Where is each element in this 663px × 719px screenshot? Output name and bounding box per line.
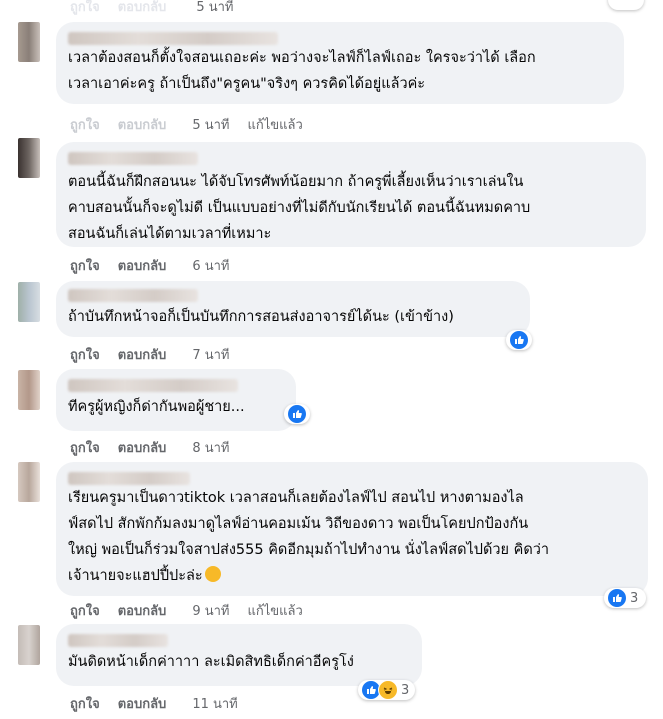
comment-actions: ถูกใจ ตอบกลับ 5 นาที แก้ไขแล้ว — [70, 114, 303, 135]
rofl-emoji-icon — [204, 566, 221, 582]
reaction-badge[interactable]: 3 — [604, 588, 647, 608]
comment-actions: ถูกใจ ตอบกลับ 9 นาที แก้ไขแล้ว — [70, 600, 303, 621]
comment-bubble: เรียนครูมาเป็นดาวtiktok เวลาสอนก็เลยต้อง… — [56, 462, 648, 596]
reply-link[interactable]: ตอบกลับ — [118, 0, 167, 17]
comment-bubble: ทีครูผู้หญิงก็ด่ากันพอผู้ชาย... — [56, 369, 296, 431]
top-reaction-badge[interactable] — [608, 0, 644, 10]
like-reaction-icon — [287, 404, 307, 424]
like-link[interactable]: ถูกใจ — [70, 693, 100, 714]
commenter-name-redacted[interactable] — [68, 32, 278, 45]
avatar[interactable] — [18, 462, 40, 502]
like-link[interactable]: ถูกใจ — [70, 437, 100, 458]
avatar[interactable] — [18, 138, 40, 178]
like-link[interactable]: ถูกใจ — [70, 0, 100, 17]
comment-text-body: เรียนครูมาเป็นดาวtiktok เวลาสอนก็เลยต้อง… — [68, 490, 550, 584]
comment-time[interactable]: 7 นาที — [192, 344, 229, 365]
like-reaction-icon — [509, 330, 529, 350]
comment-text: เวลาต้องสอนก็ตั้งใจสอนเถอะค่ะ พอว่างจะไล… — [68, 50, 536, 92]
avatar[interactable] — [18, 282, 40, 322]
haha-reaction-icon — [378, 680, 398, 700]
reaction-badge[interactable] — [506, 330, 532, 350]
comment-time[interactable]: 9 นาที — [192, 600, 229, 621]
reply-link[interactable]: ตอบกลับ — [118, 600, 167, 621]
commenter-name-redacted[interactable] — [68, 634, 168, 647]
avatar[interactable] — [18, 370, 40, 410]
comment-actions: ถูกใจ ตอบกลับ 11 นาที — [70, 693, 238, 714]
comment-bubble: เวลาต้องสอนก็ตั้งใจสอนเถอะค่ะ พอว่างจะไล… — [56, 22, 624, 104]
comment-bubble: มันดิดหน้าเด็กค่าาาา ละเมิดสิทธิเด็กค่าอ… — [56, 624, 422, 686]
reaction-badge[interactable] — [284, 404, 310, 424]
comment-time[interactable]: 11 นาที — [192, 693, 237, 714]
reaction-count: 3 — [630, 590, 639, 606]
reaction-count: 3 — [401, 682, 410, 698]
comment-text: ทีครูผู้หญิงก็ด่ากันพอผู้ชาย... — [68, 399, 245, 415]
comment-text: มันดิดหน้าเด็กค่าาาา ละเมิดสิทธิเด็กค่าอ… — [68, 654, 354, 670]
reaction-badge[interactable]: 3 — [358, 680, 416, 700]
comment-actions: ถูกใจ ตอบกลับ 8 นาที — [70, 437, 229, 458]
comment-text: ถ้าบันทึกหน้าจอก็เป็นบันทึกการสอนส่งอาจา… — [68, 309, 454, 325]
comment-time[interactable]: 6 นาที — [192, 255, 229, 276]
comment-bubble: ตอนนี้ฉันก็ฝึกสอนนะ ได้จับโทรศัพท์น้อยมา… — [56, 142, 646, 247]
like-link[interactable]: ถูกใจ — [70, 344, 100, 365]
reply-link[interactable]: ตอบกลับ — [118, 255, 167, 276]
comment-actions: ถูกใจ ตอบกลับ 6 นาที — [70, 255, 229, 276]
commenter-name-redacted[interactable] — [68, 472, 190, 485]
comment-bubble: ถ้าบันทึกหน้าจอก็เป็นบันทึกการสอนส่งอาจา… — [56, 281, 530, 337]
comment-actions: ถูกใจ ตอบกลับ 7 นาที — [70, 344, 229, 365]
like-link[interactable]: ถูกใจ — [70, 114, 100, 135]
commenter-name-redacted[interactable] — [68, 152, 198, 165]
reply-link[interactable]: ตอบกลับ — [118, 114, 167, 135]
reply-link[interactable]: ตอบกลับ — [118, 437, 167, 458]
avatar[interactable] — [18, 625, 40, 665]
comment-text: ตอนนี้ฉันก็ฝึกสอนนะ ได้จับโทรศัพท์น้อยมา… — [68, 174, 531, 242]
commenter-name-redacted[interactable] — [68, 289, 198, 302]
like-link[interactable]: ถูกใจ — [70, 255, 100, 276]
reply-link[interactable]: ตอบกลับ — [118, 693, 167, 714]
like-link[interactable]: ถูกใจ — [70, 600, 100, 621]
avatar[interactable] — [18, 22, 40, 62]
top-comment-actions: ถูกใจ ตอบกลับ 5 นาที — [70, 0, 233, 17]
edited-label[interactable]: แก้ไขแล้ว — [247, 114, 302, 135]
reply-link[interactable]: ตอบกลับ — [118, 344, 167, 365]
comment-time[interactable]: 5 นาที — [196, 0, 233, 17]
comment-time[interactable]: 8 นาที — [192, 437, 229, 458]
like-reaction-icon — [607, 588, 627, 608]
comment-time[interactable]: 5 นาที — [192, 114, 229, 135]
comment-text: เรียนครูมาเป็นดาวtiktok เวลาสอนก็เลยต้อง… — [68, 485, 636, 589]
edited-label[interactable]: แก้ไขแล้ว — [247, 600, 302, 621]
commenter-name-redacted[interactable] — [68, 379, 238, 392]
